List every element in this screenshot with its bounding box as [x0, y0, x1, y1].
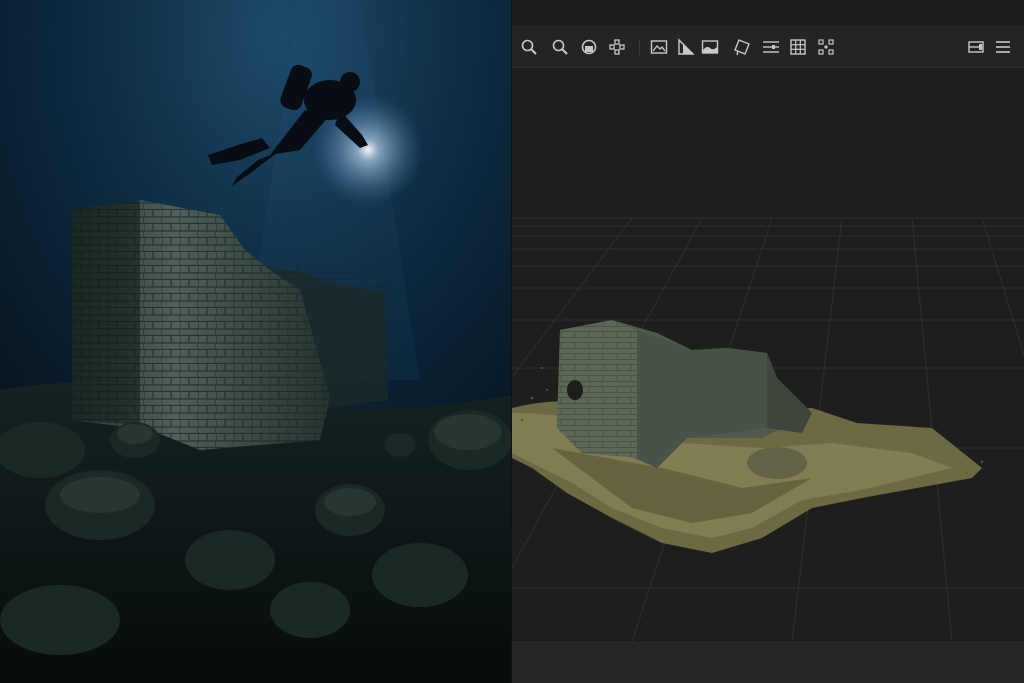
3d-viewport[interactable] — [512, 68, 1024, 642]
hamburger-icon[interactable] — [991, 35, 1015, 59]
zoom-out-icon[interactable] — [548, 35, 572, 59]
orbit-icon[interactable] — [577, 35, 601, 59]
select-icon[interactable] — [730, 35, 754, 59]
pan-icon[interactable] — [605, 35, 629, 59]
zoom-in-icon[interactable] — [517, 35, 541, 59]
panel-icon[interactable] — [964, 35, 988, 59]
viewer-toolbar — [512, 27, 1024, 68]
grid-icon[interactable] — [786, 35, 810, 59]
points-icon[interactable] — [814, 35, 838, 59]
photo-canvas — [0, 0, 511, 683]
model-viewer — [512, 0, 1024, 683]
viewer-titlebar — [512, 0, 1024, 27]
shading-icon[interactable] — [674, 35, 698, 59]
viewer-statusbar — [512, 642, 1024, 683]
underwater-photo — [0, 0, 511, 683]
toolbar-separator — [639, 39, 640, 55]
sliders-icon[interactable] — [759, 35, 783, 59]
texture-icon[interactable] — [698, 35, 722, 59]
image-icon[interactable] — [647, 35, 671, 59]
viewport-canvas — [512, 68, 1024, 642]
